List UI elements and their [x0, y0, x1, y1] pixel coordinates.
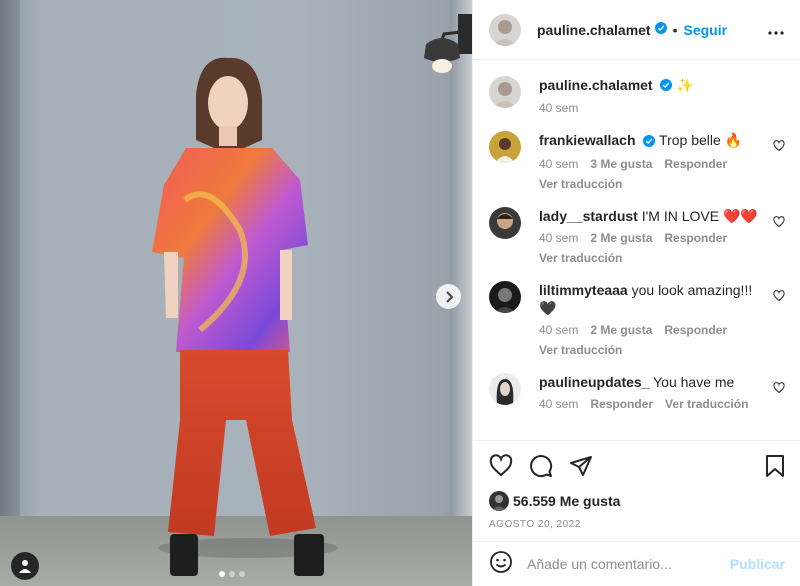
- carousel-dots: [219, 571, 245, 577]
- liker-avatar: [489, 491, 509, 511]
- header-separator: •: [672, 21, 678, 38]
- reply-button[interactable]: Responder: [590, 397, 653, 411]
- commenter-avatar[interactable]: [489, 372, 521, 405]
- comment-username[interactable]: liltimmyteaaa: [539, 282, 628, 298]
- follow-button[interactable]: Seguir: [684, 22, 728, 38]
- translate-button[interactable]: Ver traducción: [539, 343, 767, 357]
- translate-button[interactable]: Ver traducción: [665, 397, 748, 411]
- carousel-dot: [229, 571, 235, 577]
- chevron-right-icon: [445, 290, 453, 303]
- author-username[interactable]: pauline.chalamet: [537, 22, 651, 38]
- comment-likes[interactable]: 2 Me gusta: [590, 323, 652, 337]
- verified-badge-icon: [643, 133, 656, 151]
- likes-count[interactable]: 56.559 Me gusta: [513, 493, 620, 509]
- comment-item: paulineupdates_ You have me 40 sem Respo…: [489, 372, 785, 411]
- comment-text: I'M IN LOVE ❤️❤️: [641, 207, 758, 224]
- post-photo[interactable]: [0, 0, 472, 586]
- like-heart-icon[interactable]: [489, 453, 513, 483]
- author-avatar[interactable]: [489, 13, 521, 46]
- post-date[interactable]: AGOSTO 20, 2022: [489, 519, 785, 530]
- comment-item: liltimmyteaaa you look amazing!!! 🖤 40 s…: [489, 280, 785, 357]
- caption-text: ✨: [676, 77, 694, 93]
- translate-button[interactable]: Ver traducción: [539, 251, 767, 265]
- emoji-smiley-icon[interactable]: [489, 550, 513, 579]
- carousel-dot-active: [219, 571, 225, 577]
- comment-text: Trop belle 🔥: [659, 132, 743, 149]
- post-sidebar: pauline.chalamet • Seguir pauline.chalam…: [472, 0, 800, 586]
- comments-list[interactable]: pauline.chalamet ✨ 40 sem frankiewallach…: [473, 60, 800, 440]
- comment-text: You have me: [653, 373, 735, 390]
- post-header: pauline.chalamet • Seguir: [473, 0, 800, 60]
- person-figure: [152, 57, 338, 576]
- comment-item: lady__stardust I'M IN LOVE ❤️❤️ 40 sem 2…: [489, 206, 785, 265]
- comment-composer: Publicar: [473, 541, 800, 586]
- comment-bubble-icon[interactable]: [529, 454, 553, 483]
- like-comment-heart-icon[interactable]: [773, 139, 785, 157]
- comment-likes[interactable]: 3 Me gusta: [590, 157, 652, 171]
- comment-username[interactable]: frankiewallach: [539, 132, 636, 148]
- post-actions: 56.559 Me gusta AGOSTO 20, 2022: [473, 440, 800, 530]
- verified-badge-icon: [654, 21, 667, 39]
- likes-summary[interactable]: 56.559 Me gusta: [489, 491, 785, 511]
- caption-username[interactable]: pauline.chalamet: [539, 77, 653, 93]
- caption: pauline.chalamet ✨ 40 sem: [489, 76, 785, 115]
- reply-button[interactable]: Responder: [664, 157, 727, 171]
- comment-item: frankiewallach Trop belle 🔥 40 sem 3 Me …: [489, 131, 785, 191]
- reply-button[interactable]: Responder: [664, 231, 727, 245]
- comment-input[interactable]: [527, 556, 730, 572]
- translate-button[interactable]: Ver traducción: [539, 177, 767, 191]
- commenter-avatar[interactable]: [489, 280, 521, 313]
- comment-username[interactable]: lady__stardust: [539, 208, 638, 224]
- user-icon: [19, 560, 31, 573]
- tagged-user-button[interactable]: [11, 552, 39, 580]
- save-bookmark-icon[interactable]: [765, 454, 785, 483]
- caption-time: 40 sem: [539, 101, 579, 116]
- comment-username[interactable]: paulineupdates_: [539, 374, 649, 390]
- next-slide-button[interactable]: [436, 284, 461, 309]
- carousel-dot: [239, 571, 245, 577]
- comment-likes[interactable]: 2 Me gusta: [590, 231, 652, 245]
- publish-button[interactable]: Publicar: [730, 556, 785, 572]
- comment-time: 40 sem: [539, 230, 579, 245]
- more-options-icon[interactable]: [768, 22, 784, 40]
- verified-badge-icon: [660, 77, 673, 95]
- commenter-avatar[interactable]: [489, 206, 521, 239]
- comment-time: 40 sem: [539, 396, 579, 411]
- comment-time: 40 sem: [539, 322, 579, 337]
- reply-button[interactable]: Responder: [664, 323, 727, 337]
- like-comment-heart-icon[interactable]: [773, 215, 785, 233]
- comment-time: 40 sem: [539, 156, 579, 171]
- share-send-icon[interactable]: [569, 454, 593, 483]
- like-comment-heart-icon[interactable]: [773, 289, 785, 307]
- commenter-avatar[interactable]: [489, 131, 521, 164]
- author-avatar-small[interactable]: [489, 76, 521, 108]
- like-comment-heart-icon[interactable]: [773, 381, 785, 399]
